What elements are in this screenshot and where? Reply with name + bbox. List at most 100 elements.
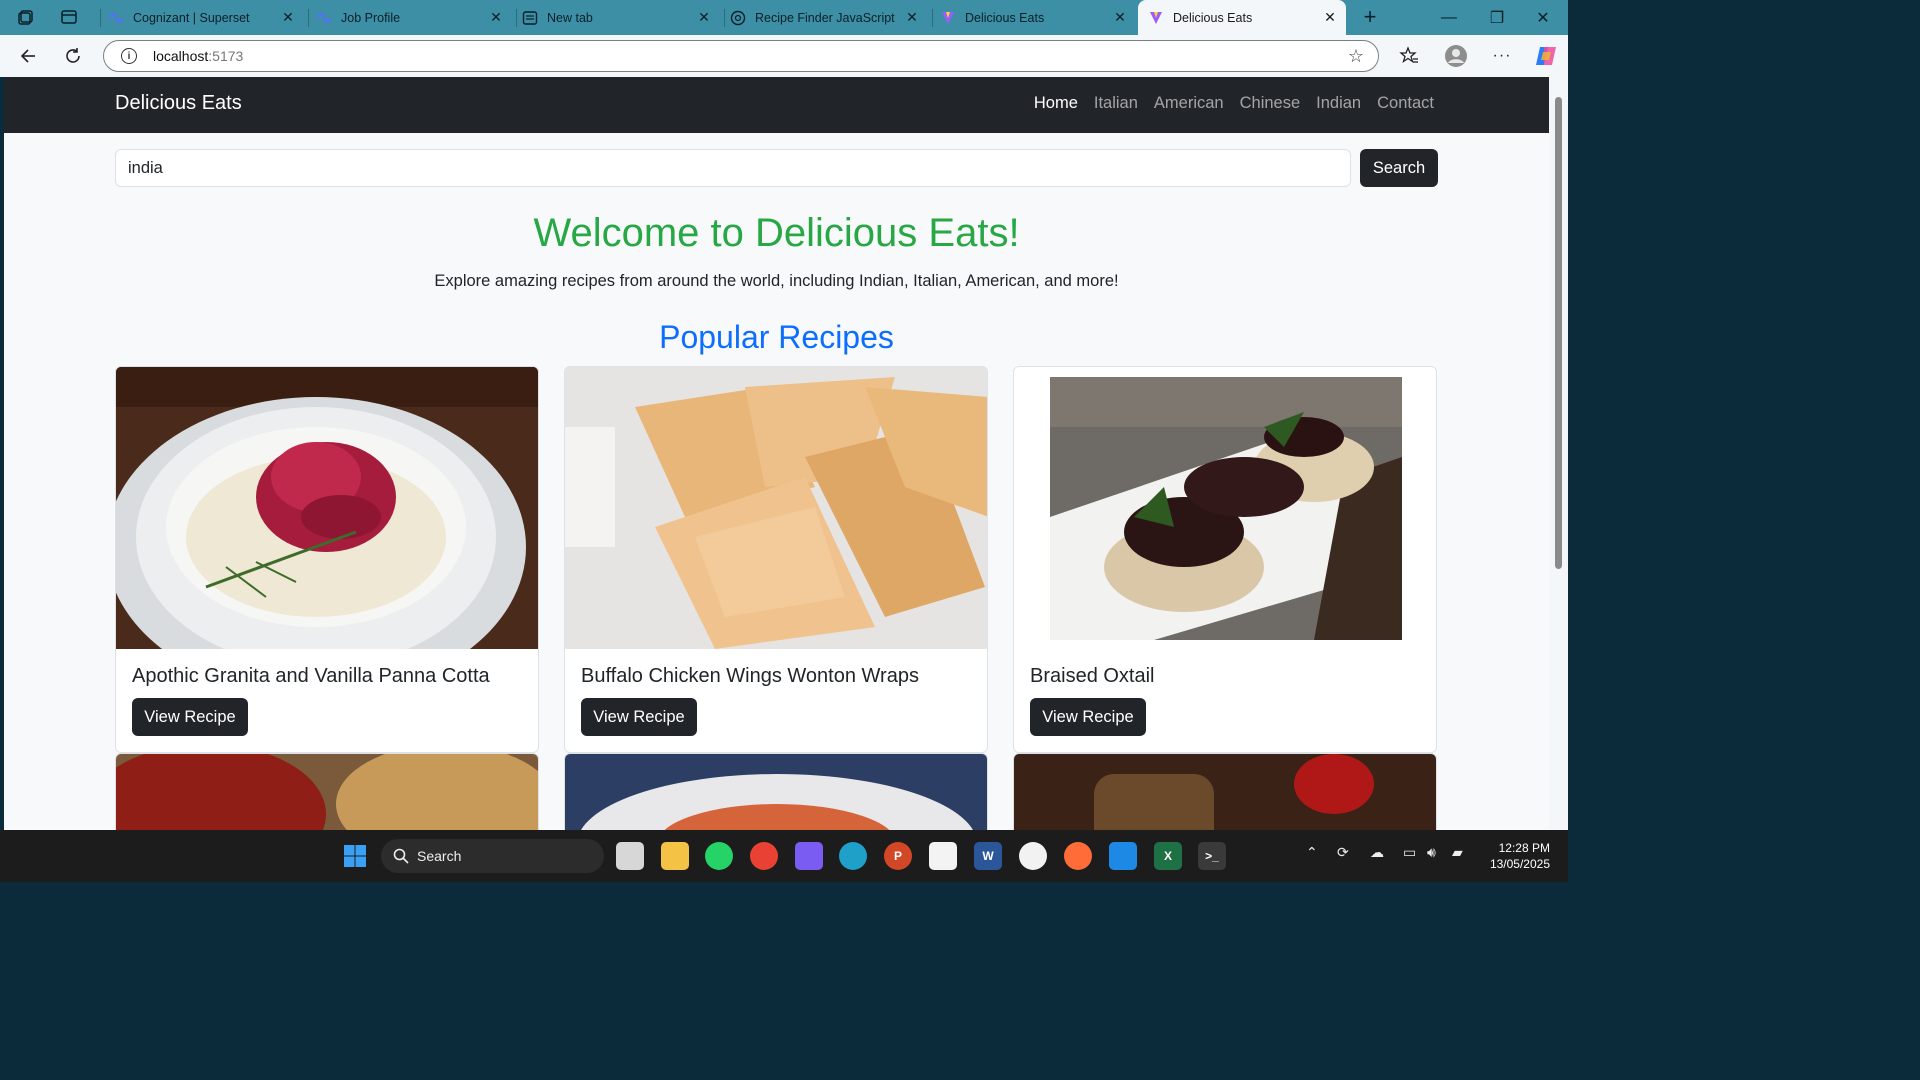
- recipe-card: [1013, 753, 1437, 830]
- tab-actions-icon[interactable]: [60, 8, 78, 26]
- windows-start-icon[interactable]: [341, 842, 369, 870]
- close-tab-icon[interactable]: ✕: [488, 9, 504, 26]
- vite-icon: [940, 10, 956, 26]
- tab-label: Recipe Finder JavaScript Sk: [755, 10, 898, 25]
- close-tab-icon[interactable]: ✕: [1322, 9, 1338, 26]
- system-clock[interactable]: 12:28 PM 13/05/2025: [1484, 840, 1550, 872]
- close-tab-icon[interactable]: ✕: [904, 9, 920, 26]
- postman-icon[interactable]: [1064, 842, 1092, 870]
- view-recipe-button[interactable]: View Recipe: [132, 698, 248, 736]
- word-icon[interactable]: W: [974, 842, 1002, 870]
- recipe-image-oxtail: [1014, 367, 1436, 649]
- volume-icon[interactable]: 🔊︎: [1427, 844, 1436, 861]
- display-icon[interactable]: ▭: [1403, 844, 1416, 861]
- tab-label: Delicious Eats: [965, 10, 1045, 25]
- browser-toolbar: i localhost:5173 ☆ ···: [0, 35, 1568, 77]
- tab-label: Cognizant | Superset: [133, 10, 250, 25]
- battery-icon[interactable]: ▰: [1452, 844, 1463, 861]
- tray-chevron-icon[interactable]: ⌃: [1306, 844, 1318, 861]
- nav-american[interactable]: American: [1154, 94, 1224, 113]
- more-options-icon[interactable]: ···: [1488, 42, 1516, 70]
- scrollbar-thumb[interactable]: [1555, 97, 1562, 569]
- whatsapp-icon[interactable]: [705, 842, 733, 870]
- copilot-app-icon[interactable]: [795, 842, 823, 870]
- hero-title: Welcome to Delicious Eats!: [533, 211, 1020, 255]
- taskbar-search-label: Search: [417, 848, 462, 864]
- file-explorer-icon[interactable]: [661, 842, 689, 870]
- windows-taskbar: Search P W X >_ ⌃ ⟳ ☁ ▭ 🔊︎ ▰ 12:28 PM 13…: [0, 830, 1568, 882]
- search-button[interactable]: Search: [1360, 149, 1438, 187]
- reload-icon[interactable]: [59, 42, 87, 70]
- tab-delicious-eats[interactable]: Delicious Eats ✕: [932, 0, 1134, 35]
- terminal-icon[interactable]: >_: [1198, 842, 1226, 870]
- close-tab-icon[interactable]: ✕: [696, 9, 712, 26]
- recipe-title: Braised Oxtail: [1030, 665, 1155, 687]
- workspaces-icon[interactable]: [18, 8, 36, 26]
- taskbar-search[interactable]: Search: [381, 839, 604, 873]
- nav-indian[interactable]: Indian: [1316, 94, 1361, 113]
- tab-delicious-eats-active[interactable]: Delicious Eats ✕: [1138, 0, 1346, 35]
- copilot-icon[interactable]: [1532, 42, 1560, 70]
- tab-strip: Cognizant | Superset ✕ Job Profile ✕ New…: [0, 0, 1568, 35]
- page-viewport: Delicious Eats Home Italian American Chi…: [4, 77, 1549, 830]
- recipe-image: [565, 754, 987, 830]
- recipe-image-granita: [116, 367, 538, 649]
- back-icon[interactable]: [14, 42, 42, 70]
- favorites-icon[interactable]: [1395, 42, 1423, 70]
- vscode-icon[interactable]: [1109, 842, 1137, 870]
- close-window-icon[interactable]: ✕: [1520, 0, 1566, 35]
- tab-recipe-finder[interactable]: Recipe Finder JavaScript Sk ✕: [724, 0, 926, 35]
- chatgpt-icon: [730, 10, 746, 26]
- recipe-card: [115, 753, 539, 830]
- recipe-card: Braised Oxtail View Recipe: [1013, 366, 1437, 753]
- page-scrollbar[interactable]: [1549, 77, 1568, 830]
- tab-new-tab[interactable]: New tab ✕: [516, 0, 718, 35]
- site-navbar: Delicious Eats Home Italian American Chi…: [4, 77, 1549, 133]
- tab-job-profile[interactable]: Job Profile ✕: [308, 0, 510, 35]
- restore-icon[interactable]: ❐: [1474, 0, 1520, 35]
- sync-icon[interactable]: ⟳: [1337, 844, 1349, 861]
- superset-icon: [108, 10, 124, 26]
- recipe-title: Buffalo Chicken Wings Wonton Wraps: [581, 665, 919, 687]
- new-tab-icon[interactable]: +: [1357, 5, 1383, 31]
- site-brand[interactable]: Delicious Eats: [115, 92, 242, 115]
- nav-links: Home Italian American Chinese Indian Con…: [1034, 94, 1434, 113]
- recipe-title: Apothic Granita and Vanilla Panna Cotta: [132, 665, 490, 687]
- nav-chinese[interactable]: Chinese: [1240, 94, 1301, 113]
- recipe-card: Apothic Granita and Vanilla Panna Cotta …: [115, 366, 539, 753]
- address-bar[interactable]: i localhost:5173 ☆: [103, 40, 1379, 72]
- task-view-icon[interactable]: [616, 842, 644, 870]
- favorite-star-icon[interactable]: ☆: [1348, 46, 1364, 67]
- close-tab-icon[interactable]: ✕: [280, 9, 296, 26]
- search-icon: [393, 848, 409, 864]
- recipe-image: [116, 754, 538, 830]
- nav-home[interactable]: Home: [1034, 94, 1078, 113]
- hero-subtitle: Explore amazing recipes from around the …: [434, 272, 1119, 290]
- excel-icon[interactable]: X: [1154, 842, 1182, 870]
- store-icon[interactable]: [929, 842, 957, 870]
- close-tab-icon[interactable]: ✕: [1112, 9, 1128, 26]
- nav-italian[interactable]: Italian: [1094, 94, 1138, 113]
- clock-time: 12:28 PM: [1498, 841, 1550, 855]
- powerpoint-icon[interactable]: P: [884, 842, 912, 870]
- tab-label: New tab: [547, 10, 593, 25]
- view-recipe-button[interactable]: View Recipe: [581, 698, 697, 736]
- view-recipe-button[interactable]: View Recipe: [1030, 698, 1146, 736]
- nav-contact[interactable]: Contact: [1377, 94, 1434, 113]
- recipe-image-wontons: [565, 367, 987, 649]
- url-text: localhost:5173: [153, 48, 244, 64]
- recipe-image: [1014, 754, 1436, 830]
- tab-label: Delicious Eats: [1173, 10, 1253, 25]
- onedrive-icon[interactable]: ☁: [1370, 844, 1384, 861]
- newtab-icon: [522, 10, 538, 26]
- site-info-icon[interactable]: i: [121, 48, 137, 64]
- chrome-icon[interactable]: [750, 842, 778, 870]
- minimize-icon[interactable]: —: [1426, 0, 1472, 35]
- recipe-card: Buffalo Chicken Wings Wonton Wraps View …: [564, 366, 988, 753]
- edge-icon[interactable]: [839, 842, 867, 870]
- mongodb-icon[interactable]: [1019, 842, 1047, 870]
- recipe-search-input[interactable]: india: [115, 149, 1351, 187]
- tab-cognizant[interactable]: Cognizant | Superset ✕: [100, 0, 302, 35]
- profile-avatar-icon[interactable]: [1442, 42, 1470, 70]
- clock-date: 13/05/2025: [1489, 857, 1550, 871]
